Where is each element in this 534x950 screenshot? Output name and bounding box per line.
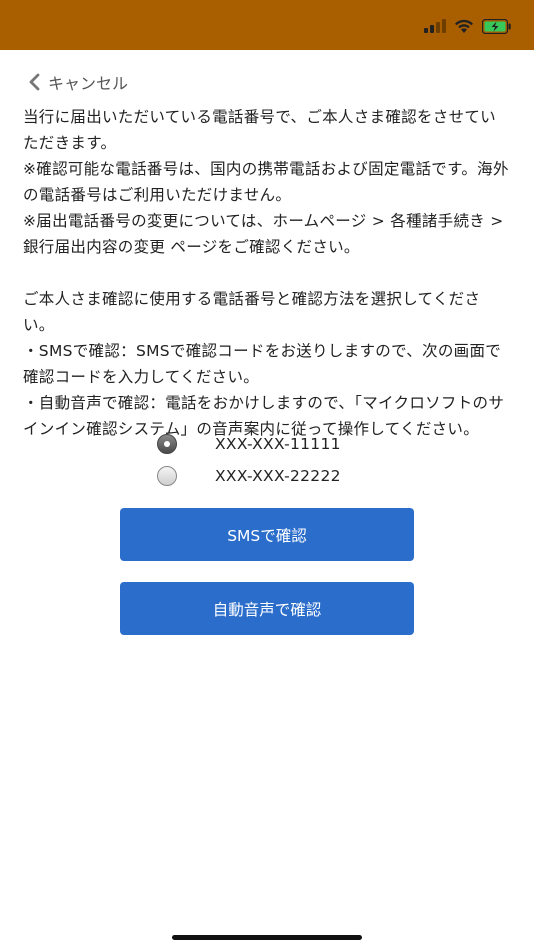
note-phone-change: ※届出電話番号の変更については、ホームページ > 各種諸手続き > 銀行届出内容… [23,212,504,256]
status-bar [0,0,534,50]
intro-paragraph: 当行に届出いただいている電話番号で、ご本人さま確認をさせていただきます。 [23,108,496,152]
sms-method-description: ・SMSで確認：SMSで確認コードをお送りしますので、次の画面で確認コードを入力… [23,342,502,386]
wifi-icon [455,19,473,33]
phone-option-1[interactable]: XXX-XXX-11111 [157,434,341,454]
voice-verify-button[interactable]: 自動音声で確認 [120,582,414,635]
home-indicator[interactable] [172,935,362,940]
cancel-label: キャンセル [48,74,129,93]
battery-charging-icon [482,18,511,34]
select-instruction: ご本人さま確認に使用する電話番号と確認方法を選択してください。 [23,290,481,334]
instruction-text: 当行に届出いただいている電話番号で、ご本人さま確認をさせていただきます。 ※確認… [23,104,511,442]
phone-number-label: XXX-XXX-11111 [215,435,341,453]
cancel-button[interactable]: キャンセル [28,70,128,94]
note-phone-scope: ※確認可能な電話番号は、国内の携帯電話および固定電話です。海外の電話番号はご利用… [23,160,509,204]
phone-number-label: XXX-XXX-22222 [215,467,341,485]
radio-unselected-icon[interactable] [157,466,177,486]
chevron-left-icon [29,73,40,91]
status-icons [424,16,512,36]
sms-verify-button[interactable]: SMSで確認 [120,508,414,561]
cellular-signal-icon [424,19,446,33]
radio-selected-icon[interactable] [157,434,177,454]
phone-option-2[interactable]: XXX-XXX-22222 [157,466,341,486]
